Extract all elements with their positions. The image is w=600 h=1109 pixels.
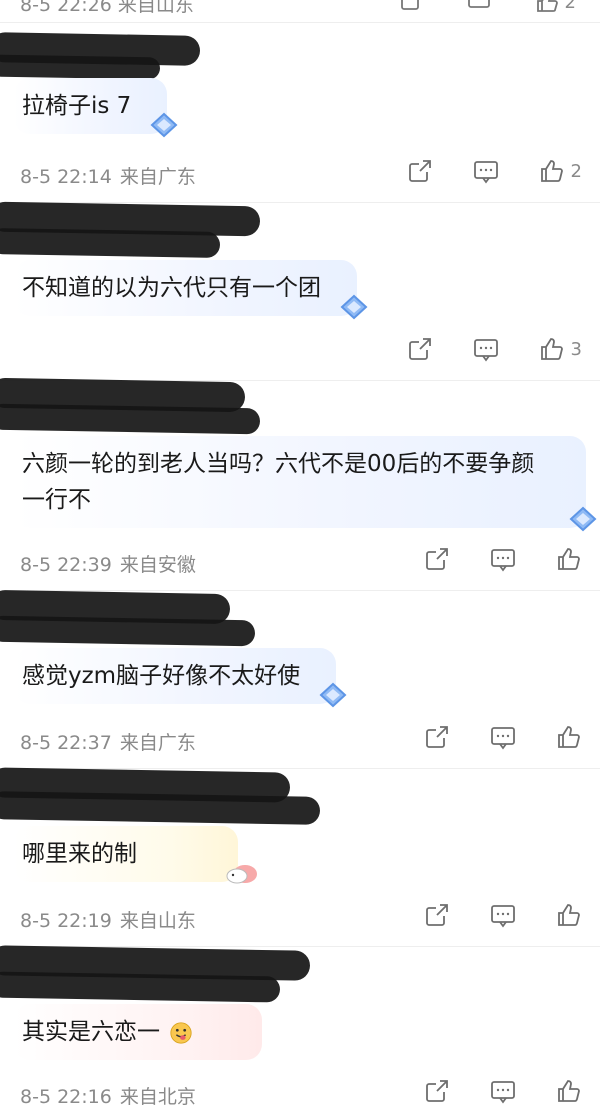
share-button[interactable] — [407, 336, 433, 362]
comment-meta: 8-5 22:37 来自广东 — [20, 728, 196, 755]
comment-bubble: 哪里来的制 — [14, 826, 257, 884]
like-button[interactable] — [556, 546, 582, 572]
comment-actions: 2 — [399, 0, 576, 16]
comment-text: 不知道的以为六代只有一个团 — [22, 275, 321, 301]
comment-actions — [424, 902, 582, 928]
share-icon — [426, 548, 448, 570]
comment-location: 来自广东 — [119, 166, 196, 188]
comment-item: 拉椅子is 7 8-5 22:14 来自广东 2 — [0, 22, 600, 203]
share-button[interactable] — [424, 902, 450, 928]
reply-button[interactable] — [490, 724, 516, 750]
like-icon — [540, 160, 563, 182]
comment-item: 六颜一轮的到老人当吗？六代不是00后的不要争颜一行不 8-5 22:39 来自安徽 — [0, 377, 600, 591]
like-button[interactable] — [556, 724, 582, 750]
comment-meta: 8-5 22:26 来自山东 — [20, 0, 194, 17]
comment-date: 8-5 22:39 — [20, 554, 112, 576]
tongue-emoji-icon — [170, 1021, 192, 1044]
comment-meta: 8-5 22:39 来自安徽 — [20, 550, 196, 577]
comment-icon — [473, 339, 498, 362]
comment-icon — [491, 1081, 515, 1104]
share-button[interactable] — [424, 546, 450, 572]
comment-actions: 2 — [407, 158, 582, 184]
comment-date: 8-5 22:14 — [20, 166, 112, 188]
share-icon — [426, 1080, 448, 1102]
comment-icon — [491, 905, 515, 928]
like-count: 2 — [564, 0, 576, 13]
comment-location: 来自安徽 — [119, 554, 196, 576]
previous-comment-footer: 8-5 22:26 来自山东 2 — [0, 0, 600, 23]
comment-location: 来自北京 — [119, 1086, 196, 1108]
comment-bubble: 拉椅子is 7 — [14, 78, 178, 138]
like-icon — [558, 904, 580, 926]
diamond-badge-icon — [319, 682, 347, 708]
comment-location: 来自山东 — [117, 0, 194, 16]
reply-button[interactable] — [490, 546, 516, 572]
comment-meta: 8-5 22:14 来自广东 — [20, 162, 196, 189]
diamond-badge-icon — [150, 112, 178, 138]
comment-bubble: 其实是六恋一 — [14, 1004, 262, 1060]
comment-actions — [424, 724, 582, 750]
comment-actions — [424, 1078, 582, 1104]
share-icon[interactable] — [399, 0, 423, 16]
comment-item: 不知道的以为六代只有一个团 3 — [0, 201, 600, 381]
comment-icon — [473, 161, 498, 184]
redacted-username — [0, 403, 261, 435]
reply-button[interactable] — [473, 336, 499, 362]
rabbit-badge-icon — [226, 865, 257, 884]
comment-actions — [424, 546, 582, 572]
comment-text: 拉椅子is 7 — [22, 93, 132, 119]
like-button[interactable] — [556, 1078, 582, 1104]
comment-text: 哪里来的制 — [22, 841, 137, 867]
like-count: 2 — [570, 160, 582, 182]
comment-item: 感觉yzm脑子好像不太好使 8-5 22:37 来自广东 — [0, 589, 600, 769]
redacted-username — [0, 227, 221, 259]
comment-item: 哪里来的制 8-5 22:19 来自山东 — [0, 767, 600, 947]
comment-date: 8-5 22:19 — [20, 910, 112, 932]
comment-text: 六颜一轮的到老人当吗？六代不是00后的不要争颜一行不 — [22, 451, 535, 513]
comment-text: 其实是六恋一 — [22, 1019, 160, 1045]
comment-date: 8-5 22:37 — [20, 732, 112, 754]
comment-bubble: 六颜一轮的到老人当吗？六代不是00后的不要争颜一行不 — [14, 436, 597, 532]
comment-location: 来自山东 — [119, 910, 196, 932]
comment-actions: 3 — [407, 336, 582, 362]
diamond-badge-icon — [569, 506, 597, 532]
comment-icon — [491, 727, 515, 750]
like-icon — [558, 548, 580, 570]
diamond-badge-icon — [340, 294, 368, 320]
comment-text: 感觉yzm脑子好像不太好使 — [22, 663, 301, 689]
like-button[interactable]: 2 — [539, 158, 582, 184]
like-icon — [536, 0, 558, 12]
share-button[interactable] — [407, 158, 433, 184]
comment-icon[interactable] — [467, 0, 491, 16]
comment-location: 来自广东 — [119, 732, 196, 754]
like-button[interactable] — [556, 902, 582, 928]
redacted-username — [0, 54, 161, 80]
comment-meta: 8-5 22:19 来自山东 — [20, 906, 196, 933]
reply-button[interactable] — [490, 902, 516, 928]
reply-button[interactable] — [473, 158, 499, 184]
like-icon — [540, 338, 563, 360]
like-button[interactable]: 2 — [535, 0, 576, 16]
share-button[interactable] — [424, 724, 450, 750]
comment-bubble: 不知道的以为六代只有一个团 — [14, 260, 368, 320]
comment-meta: 8-5 22:16 来自北京 — [20, 1082, 196, 1109]
like-icon — [558, 1080, 580, 1102]
reply-button[interactable] — [490, 1078, 516, 1104]
comment-item: 其实是六恋一 8-5 22:16 来自北京 — [0, 945, 600, 1109]
share-button[interactable] — [424, 1078, 450, 1104]
redacted-username — [0, 971, 281, 1003]
like-button[interactable]: 3 — [539, 336, 582, 362]
comment-icon — [491, 549, 515, 572]
share-icon — [408, 160, 431, 182]
redacted-username — [0, 615, 256, 647]
like-count: 3 — [570, 338, 582, 360]
share-icon — [426, 726, 448, 748]
comment-date: 8-5 22:26 — [20, 0, 112, 16]
comment-bubble: 感觉yzm脑子好像不太好使 — [14, 648, 347, 708]
like-icon — [558, 726, 580, 748]
comment-date: 8-5 22:16 — [20, 1086, 112, 1108]
share-icon — [408, 338, 431, 360]
redacted-username — [0, 791, 321, 825]
share-icon — [426, 904, 448, 926]
